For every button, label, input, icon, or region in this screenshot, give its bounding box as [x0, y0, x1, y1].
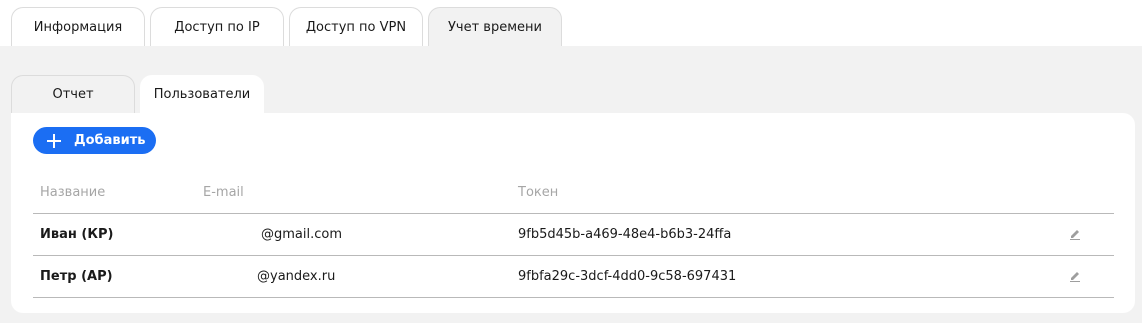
user-token: 9fb5d45b-a469-48e4-b6b3-24ffa: [518, 227, 732, 242]
tab-report[interactable]: Отчет: [11, 75, 135, 113]
table-header: Название E-mail Токен: [33, 173, 1114, 214]
tab-users-label: Пользователи: [153, 87, 251, 102]
tab-users[interactable]: Пользователи: [140, 75, 264, 113]
user-name: Иван (КР): [40, 227, 114, 242]
table-row[interactable]: Петр (АР) @yandex.ru 9fbfa29c-3dcf-4dd0-…: [33, 256, 1114, 298]
tab-information-label: Информация: [33, 19, 123, 35]
column-header-email: E-mail: [203, 185, 244, 200]
pencil-icon[interactable]: [1069, 270, 1081, 282]
users-table: Название E-mail Токен Иван (КР) @gmail.c…: [33, 173, 1114, 298]
tab-vpn-access[interactable]: Доступ по VPN: [289, 7, 423, 46]
tab-ip-access-label: Доступ по IP: [174, 19, 260, 35]
user-email: @yandex.ru: [257, 269, 336, 284]
sub-tab-bar: Отчет Пользователи: [11, 75, 264, 113]
users-panel: Добавить Название E-mail Токен Иван (КР)…: [11, 113, 1135, 313]
tab-vpn-access-label: Доступ по VPN: [305, 19, 407, 35]
pencil-icon[interactable]: [1069, 228, 1081, 240]
tab-report-label: Отчет: [52, 87, 94, 102]
user-name: Петр (АР): [40, 269, 113, 284]
add-user-button-label: Добавить: [74, 133, 146, 148]
top-tab-bar: Информация Доступ по IP Доступ по VPN Уч…: [11, 7, 562, 46]
tab-time-tracking[interactable]: Учет времени: [428, 7, 562, 46]
tab-information[interactable]: Информация: [11, 7, 145, 46]
column-header-token: Токен: [518, 185, 559, 200]
tab-time-tracking-label: Учет времени: [448, 19, 542, 35]
user-token: 9fbfa29c-3dcf-4dd0-9c58-697431: [518, 269, 737, 284]
user-email: @gmail.com: [261, 227, 343, 242]
table-row[interactable]: Иван (КР) @gmail.com 9fb5d45b-a469-48e4-…: [33, 214, 1114, 256]
tab-ip-access[interactable]: Доступ по IP: [150, 7, 284, 46]
plus-icon: [47, 133, 61, 148]
add-user-button[interactable]: Добавить: [33, 127, 156, 154]
column-header-name: Название: [40, 185, 106, 200]
